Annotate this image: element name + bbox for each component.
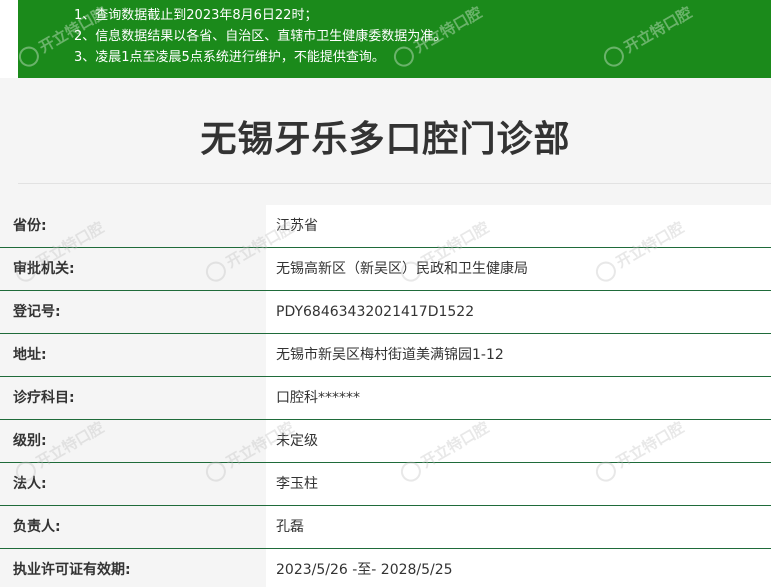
row-value: 江苏省 (266, 205, 771, 248)
tooth-logo-icon (15, 42, 43, 70)
table-row: 登记号: PDY68463432021417D1522 (0, 291, 771, 334)
row-value: 无锡市新吴区梅村街道美满锦园1-12 (266, 334, 771, 377)
table-row: 地址: 无锡市新吴区梅村街道美满锦园1-12 (0, 334, 771, 377)
row-label: 负责人: (0, 506, 266, 549)
row-value: 李玉柱 (266, 463, 771, 506)
table-row: 执业许可证有效期: 2023/5/26 -至- 2028/5/25 (0, 549, 771, 587)
row-value: 未定级 (266, 420, 771, 463)
row-label: 级别: (0, 420, 266, 463)
notice-line-1: 1、查询数据截止到2023年8月6日22时； (74, 8, 318, 23)
row-value: PDY68463432021417D1522 (266, 291, 771, 334)
table-row: 诊疗科目: 口腔科****** (0, 377, 771, 420)
row-label: 省份: (0, 205, 266, 248)
table-row: 省份: 江苏省 (0, 205, 771, 248)
table-row: 级别: 未定级 (0, 420, 771, 463)
row-label: 地址: (0, 334, 266, 377)
row-label: 执业许可证有效期: (0, 549, 266, 587)
table-row: 审批机关: 无锡高新区（新吴区）民政和卫生健康局 (0, 248, 771, 291)
row-label: 登记号: (0, 291, 266, 334)
row-value: 无锡高新区（新吴区）民政和卫生健康局 (266, 248, 771, 291)
row-value: 口腔科****** (266, 377, 771, 420)
notice-banner: 1、查询数据截止到2023年8月6日22时； 2、信息数据结果以各省、自治区、直… (15, 0, 771, 78)
notice-line-2: 2、信息数据结果以各省、自治区、直辖市卫生健康委数据为准。 (74, 29, 447, 44)
page-title: 无锡牙乐多口腔门诊部 (200, 119, 571, 160)
title-divider (18, 183, 771, 184)
info-table: 省份: 江苏省 审批机关: 无锡高新区（新吴区）民政和卫生健康局 登记号: PD… (0, 205, 771, 587)
row-value: 孔磊 (266, 506, 771, 549)
row-label: 诊疗科目: (0, 377, 266, 420)
notice-line-3: 3、凌晨1点至凌晨5点系统进行维护，不能提供查询。 (74, 50, 385, 65)
row-label: 审批机关: (0, 248, 266, 291)
row-label: 法人: (0, 463, 266, 506)
row-value: 2023/5/26 -至- 2028/5/25 (266, 549, 771, 587)
table-row: 法人: 李玉柱 (0, 463, 771, 506)
table-row: 负责人: 孔磊 (0, 506, 771, 549)
